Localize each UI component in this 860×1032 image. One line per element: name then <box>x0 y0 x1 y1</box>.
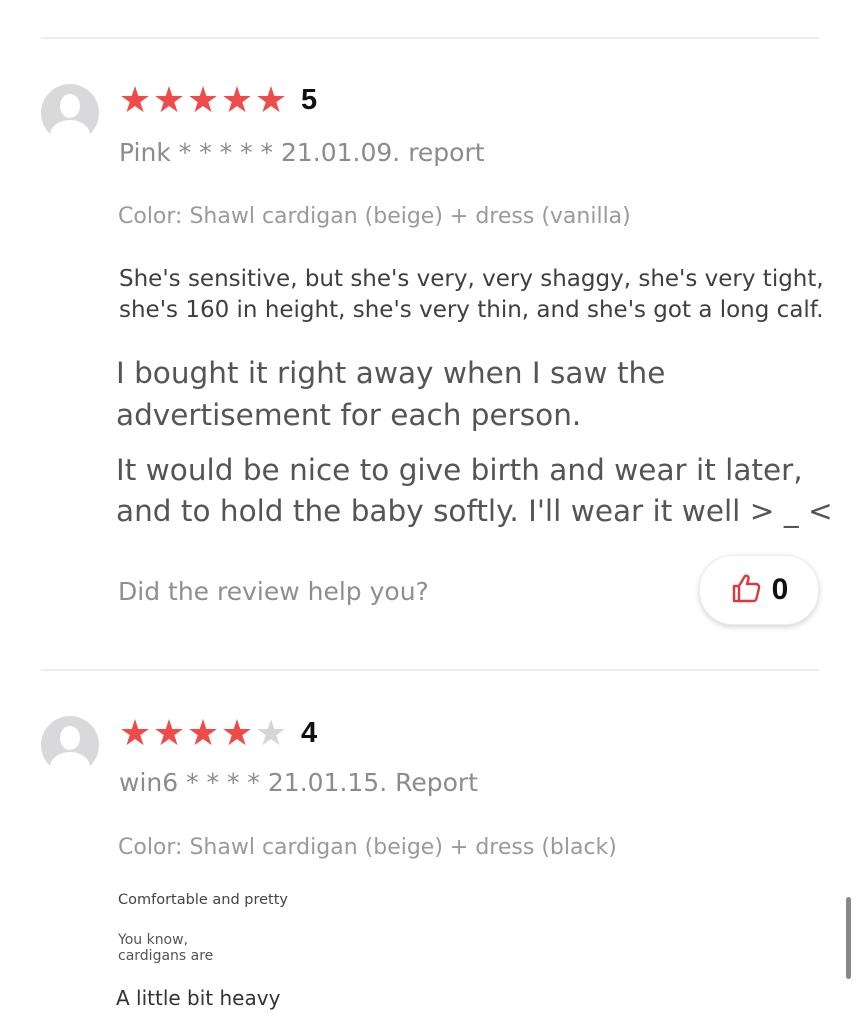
review-text-line: advertisement for each person. <box>116 398 582 432</box>
star-icon: ★ <box>220 80 254 121</box>
star-icon: ★ <box>186 80 220 121</box>
review-text-line: and to hold the baby softly. I'll wear i… <box>116 494 833 528</box>
star-icon: ★ <box>254 713 288 754</box>
star-icon: ★ <box>118 80 152 121</box>
star-icon: ★ <box>152 80 186 121</box>
review-text-line: cardigans are <box>118 948 214 964</box>
like-count: 0 <box>771 573 789 606</box>
reviewer-meta-text: win6 * * * * 21.01.15. Report <box>119 768 478 797</box>
star-icon: ★ <box>220 713 254 754</box>
scrollbar[interactable] <box>846 897 851 979</box>
review-text-line: A little bit heavy <box>116 986 281 1010</box>
review-text-line: You know, <box>118 932 189 948</box>
reviewer-meta: Pink * * * * * 21.01.09. report <box>119 138 485 167</box>
rating-stars: ★ ★ ★ ★ ★ <box>118 83 288 119</box>
star-icon: ★ <box>152 713 186 754</box>
user-avatar-icon <box>41 84 99 142</box>
review-text-line: I bought it right away when I saw the <box>116 356 666 390</box>
rating-score: 4 <box>301 717 318 749</box>
review-text-line: It would be nice to give birth and wear … <box>116 453 803 487</box>
helpful-question: Did the review help you? <box>118 577 429 606</box>
reviewer-meta-text: Pink * * * * * 21.01.09. report <box>119 138 485 167</box>
color-option: Color: Shawl cardigan (beige) + dress (v… <box>118 204 631 229</box>
top-divider <box>41 37 819 39</box>
thumbs-up-icon <box>730 572 762 608</box>
rating-score: 5 <box>301 84 318 116</box>
review-divider <box>41 669 819 671</box>
star-icon: ★ <box>118 713 152 754</box>
review-text-line: Comfortable and pretty <box>118 892 288 908</box>
review-text-line: she's 160 in height, she's very thin, an… <box>119 297 824 323</box>
reviewer-meta: win6 * * * * 21.01.15. Report <box>119 768 478 797</box>
color-option: Color: Shawl cardigan (beige) + dress (b… <box>118 835 617 860</box>
helpful-like-button[interactable]: 0 <box>699 555 819 625</box>
review-text-line: She's sensitive, but she's very, very sh… <box>119 266 824 292</box>
star-icon: ★ <box>186 713 220 754</box>
star-icon: ★ <box>254 80 288 121</box>
user-avatar-icon <box>41 716 99 774</box>
rating-stars: ★ ★ ★ ★ ★ <box>118 716 288 752</box>
